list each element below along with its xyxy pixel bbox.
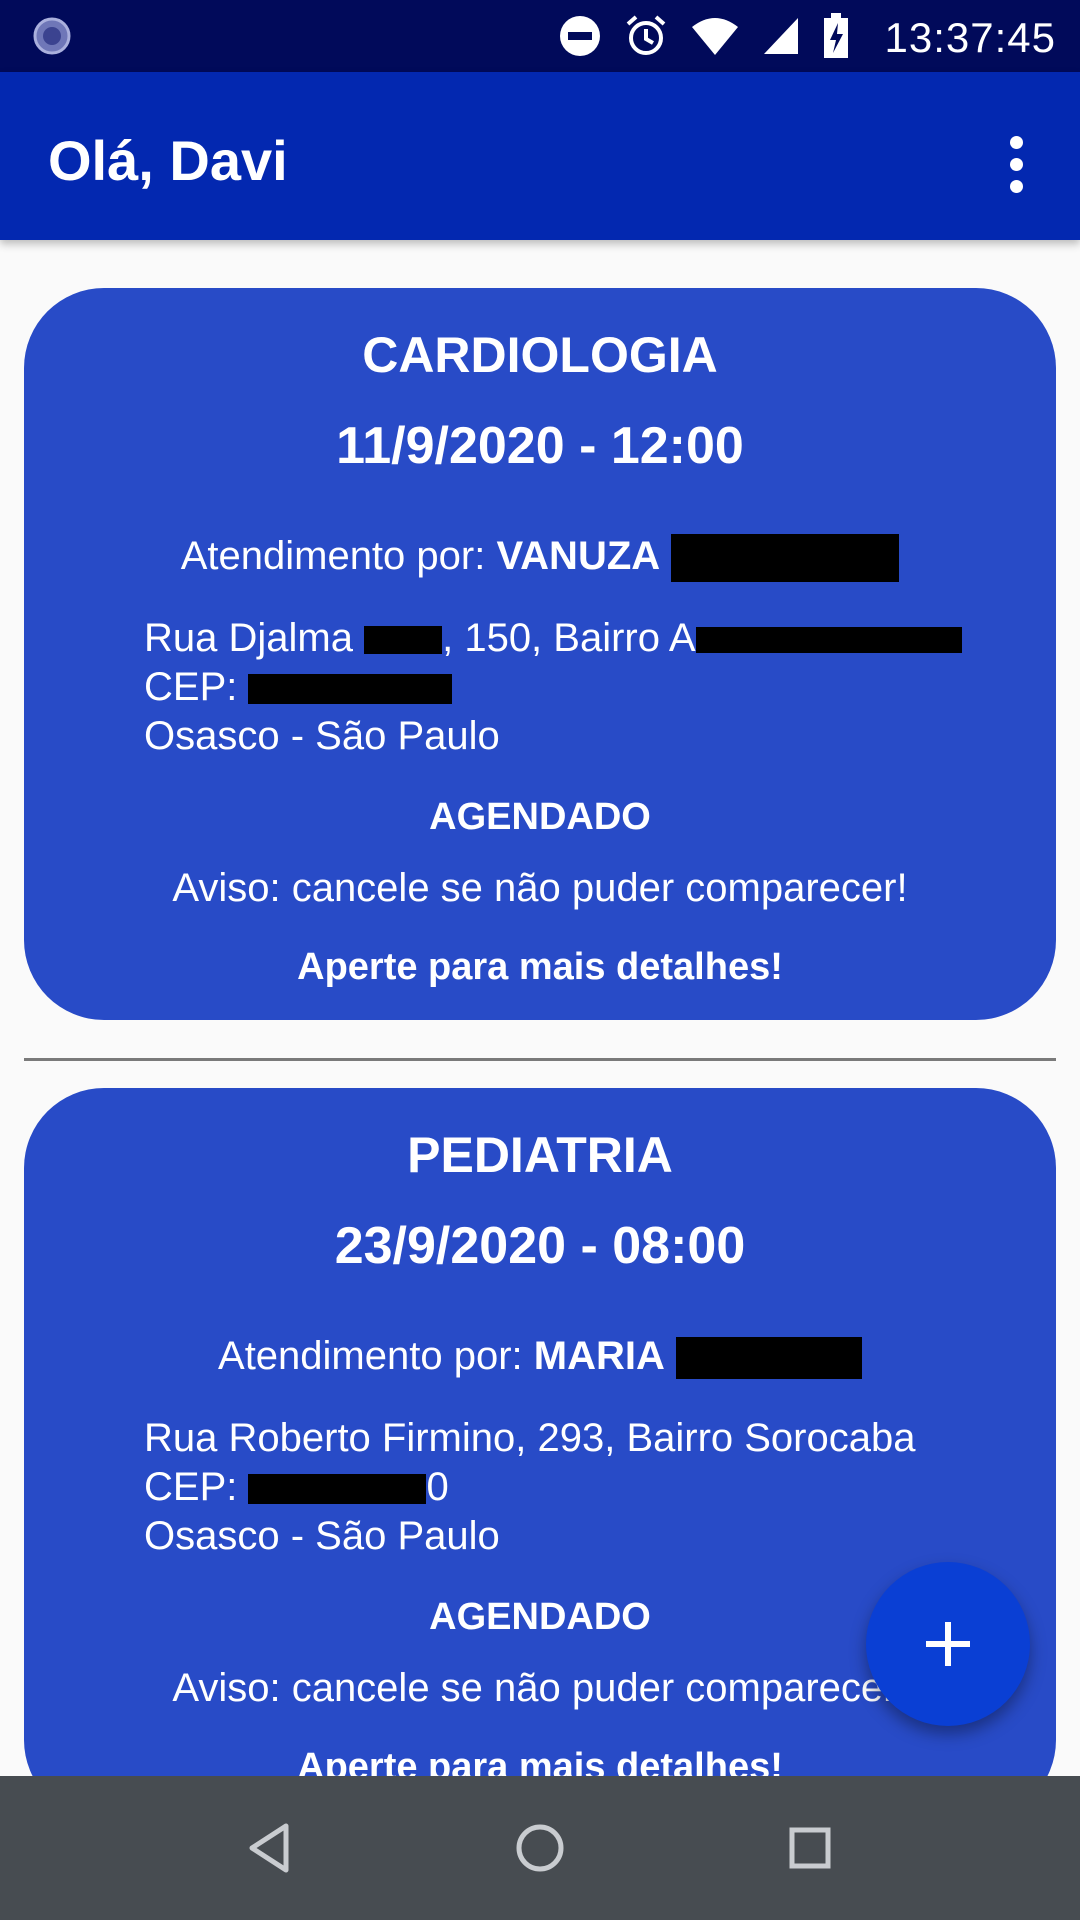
- list-divider: [24, 1058, 1056, 1061]
- more-vert-icon[interactable]: [976, 124, 1056, 204]
- cep-label: CEP:: [144, 665, 249, 709]
- wifi-icon: [692, 18, 738, 55]
- status-time: 13:37:45: [884, 14, 1056, 61]
- alarm-icon: [626, 15, 666, 55]
- doctor-line: Atendimento por: VANUZA: [24, 534, 1056, 583]
- status-label: AGENDADO: [429, 796, 651, 838]
- warning-text: Aviso: cancele se não puder comparecer!: [172, 866, 908, 910]
- city-line: Osasco - São Paulo: [144, 714, 500, 758]
- address-street-a: Rua Djalma: [144, 616, 353, 660]
- status-bar: 13:37:45: [0, 0, 1080, 72]
- details-link[interactable]: Aperte para mais detalhes!: [24, 946, 1056, 989]
- city-line: Osasco - São Paulo: [144, 1514, 500, 1558]
- navigation-bar: [0, 1776, 1080, 1920]
- cep-line: CEP:: [144, 663, 962, 712]
- notification-icon: [33, 17, 71, 55]
- details-link[interactable]: Aperte para mais detalhes!: [24, 1746, 1056, 1776]
- recents-icon[interactable]: [774, 1812, 846, 1884]
- doctor-name: VANUZA: [496, 534, 661, 578]
- appointment-datetime: 23/9/2020 - 08:00: [334, 1217, 746, 1275]
- doctor-name: MARIA: [533, 1334, 665, 1378]
- address-street-b: , 150, Bairro A: [442, 616, 696, 660]
- home-icon[interactable]: [504, 1812, 576, 1884]
- cep-line: CEP: 0: [144, 1463, 915, 1512]
- redacted-block: [671, 534, 900, 583]
- plus-icon: [926, 1622, 970, 1666]
- address-block: Rua Roberto Firmino, 293, Bairro Sorocab…: [144, 1414, 915, 1561]
- address-block: Rua Djalma , 150, Bairro A CEP: Osasco -…: [144, 614, 962, 761]
- appointment-card[interactable]: CARDIOLOGIA 11/9/2020 - 12:00 Atendiment…: [24, 288, 1056, 1020]
- greeting-title: Olá, Davi: [48, 129, 288, 192]
- redacted-block: [364, 626, 443, 655]
- back-icon[interactable]: [234, 1812, 306, 1884]
- appointment-list[interactable]: CARDIOLOGIA 11/9/2020 - 12:00 Atendiment…: [0, 240, 1080, 1776]
- doctor-line: Atendimento por: MARIA: [24, 1334, 1056, 1380]
- appointment-datetime: 11/9/2020 - 12:00: [336, 417, 744, 475]
- address-street-line: Rua Djalma , 150, Bairro A: [144, 614, 962, 663]
- redacted-block: [248, 1474, 427, 1505]
- add-appointment-button[interactable]: [866, 1562, 1030, 1726]
- redacted-block: [695, 627, 962, 654]
- cep-tail: 0: [426, 1465, 449, 1509]
- redacted-block: [675, 1337, 862, 1380]
- doctor-prefix: Atendimento por:: [180, 534, 497, 578]
- specialty-title: CARDIOLOGIA: [362, 327, 718, 383]
- signal-icon: [764, 18, 798, 54]
- redacted-block: [248, 674, 453, 705]
- do-not-disturb-icon: [560, 16, 600, 56]
- specialty-title: PEDIATRIA: [407, 1127, 673, 1183]
- doctor-prefix: Atendimento por:: [218, 1334, 534, 1378]
- app-bar: Olá, Davi: [0, 72, 1080, 240]
- cep-label: CEP:: [144, 1465, 249, 1509]
- battery-charging-icon: [824, 13, 848, 58]
- address-street-line: Rua Roberto Firmino, 293, Bairro Sorocab…: [144, 1416, 916, 1460]
